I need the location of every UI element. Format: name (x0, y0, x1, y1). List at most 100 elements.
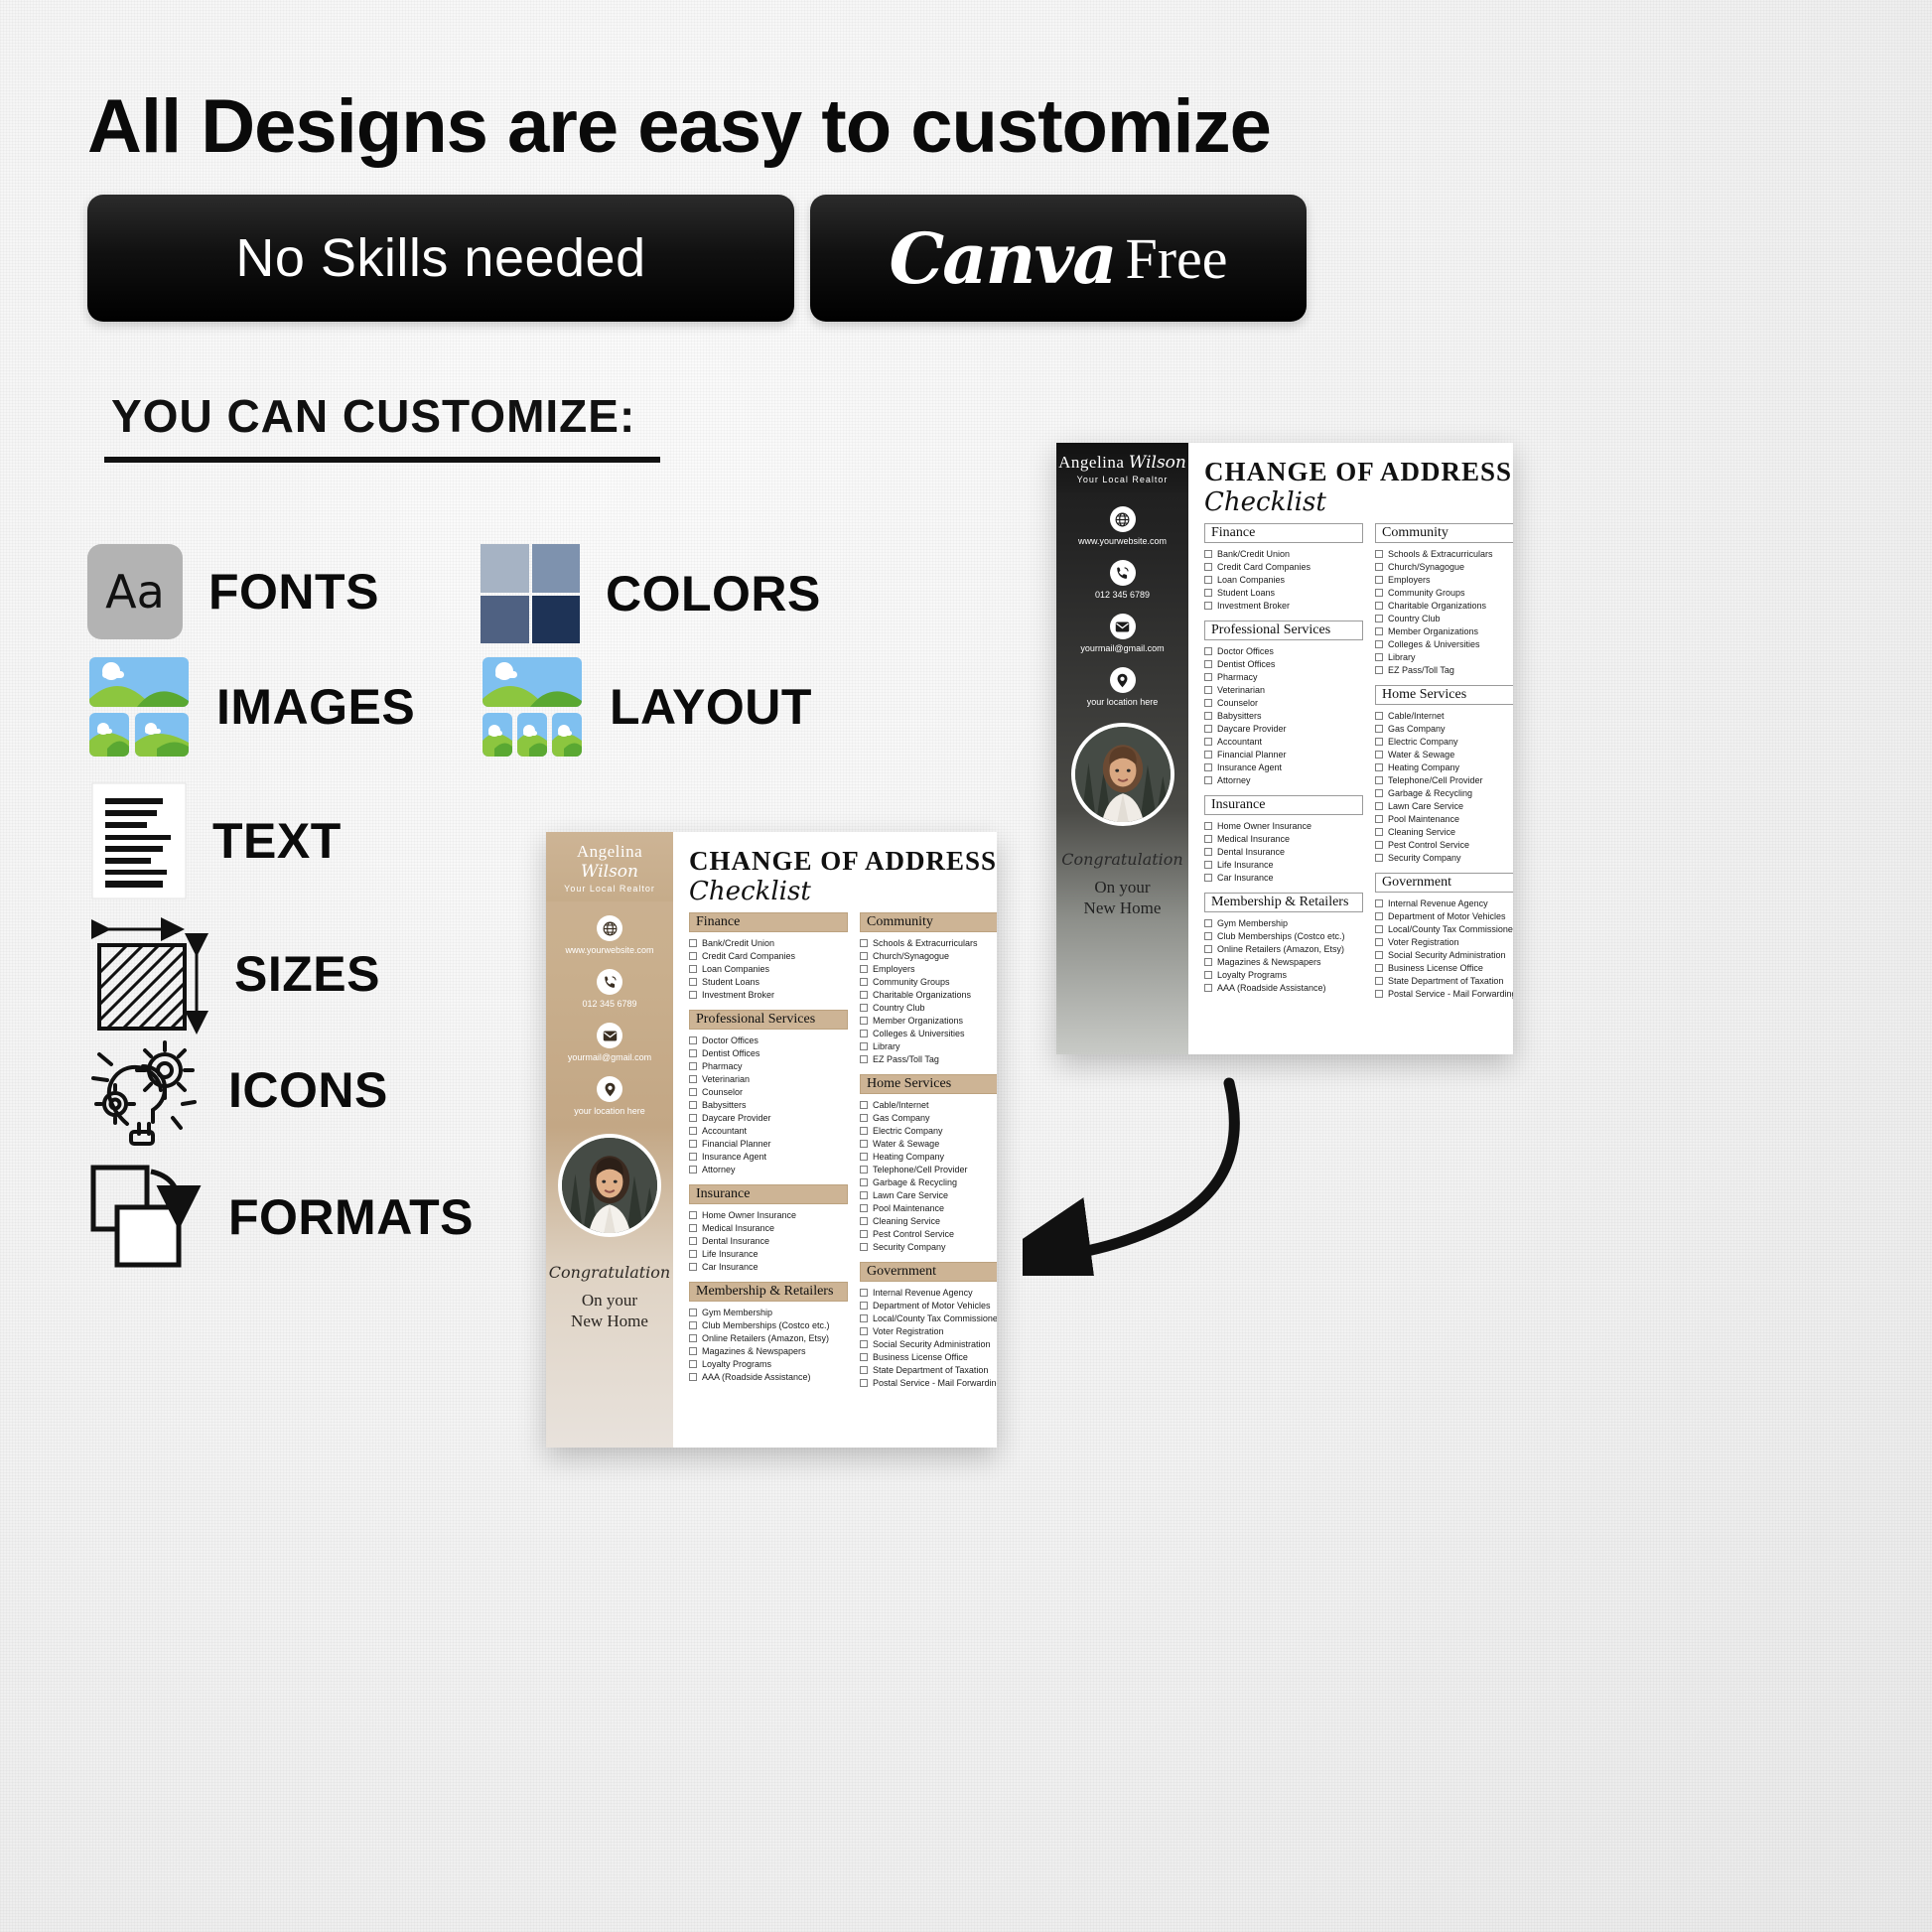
checklist-item[interactable]: Veterinarian (1204, 683, 1363, 696)
checklist-item[interactable]: Daycare Provider (1204, 722, 1363, 735)
checkbox-icon[interactable] (860, 1242, 868, 1251)
checklist-item[interactable]: Home Owner Insurance (1204, 819, 1363, 832)
checklist-item[interactable]: Gym Membership (1204, 916, 1363, 929)
checkbox-icon[interactable] (1375, 562, 1383, 571)
checkbox-icon[interactable] (860, 1365, 868, 1374)
checkbox-icon[interactable] (860, 938, 868, 947)
checkbox-icon[interactable] (689, 1262, 697, 1271)
checkbox-icon[interactable] (689, 1236, 697, 1245)
checklist-item[interactable]: Dentist Offices (1204, 657, 1363, 670)
checkbox-icon[interactable] (689, 1100, 697, 1109)
checkbox-icon[interactable] (1375, 711, 1383, 720)
flyer-front-preview[interactable]: Angelina Wilson Your Local Realtor www.y… (546, 832, 997, 1448)
checkbox-icon[interactable] (1204, 970, 1212, 979)
checklist-item[interactable]: Cable/Internet (1375, 709, 1513, 722)
checkbox-icon[interactable] (860, 1378, 868, 1387)
checkbox-icon[interactable] (860, 1216, 868, 1225)
checklist-item[interactable]: Babysitters (689, 1098, 848, 1111)
checkbox-icon[interactable] (1204, 698, 1212, 707)
checkbox-icon[interactable] (1375, 814, 1383, 823)
checklist-item[interactable]: Local/County Tax Commissioner (860, 1311, 997, 1324)
checkbox-icon[interactable] (1204, 931, 1212, 940)
checkbox-icon[interactable] (860, 1029, 868, 1037)
checklist-item[interactable]: Student Loans (1204, 586, 1363, 599)
checkbox-icon[interactable] (1375, 827, 1383, 836)
checkbox-icon[interactable] (1375, 775, 1383, 784)
checkbox-icon[interactable] (860, 1203, 868, 1212)
checkbox-icon[interactable] (1375, 924, 1383, 933)
checkbox-icon[interactable] (1375, 788, 1383, 797)
checklist-item[interactable]: Garbage & Recycling (860, 1175, 997, 1188)
checklist-item[interactable]: Charitable Organizations (1375, 599, 1513, 612)
checklist-item[interactable]: Pool Maintenance (1375, 812, 1513, 825)
checklist-item[interactable]: Club Memberships (Costco etc.) (689, 1318, 848, 1331)
flyer-back-preview[interactable]: Angelina Wilson Your Local Realtor www.y… (1056, 443, 1513, 1054)
checkbox-icon[interactable] (1375, 840, 1383, 849)
checklist-item[interactable]: Colleges & Universities (860, 1027, 997, 1039)
checklist-item[interactable]: Employers (860, 962, 997, 975)
checklist-item[interactable]: Online Retailers (Amazon, Etsy) (1204, 942, 1363, 955)
checklist-item[interactable]: Security Company (860, 1240, 997, 1253)
checkbox-icon[interactable] (689, 1087, 697, 1096)
checklist-item[interactable]: Social Security Administration (1375, 948, 1513, 961)
checklist-item[interactable]: Accountant (1204, 735, 1363, 748)
checkbox-icon[interactable] (1204, 873, 1212, 882)
checkbox-icon[interactable] (1204, 983, 1212, 992)
checklist-item[interactable]: Credit Card Companies (1204, 560, 1363, 573)
checkbox-icon[interactable] (1204, 860, 1212, 869)
checklist-item[interactable]: Water & Sewage (1375, 748, 1513, 760)
checkbox-icon[interactable] (1204, 659, 1212, 668)
checkbox-icon[interactable] (689, 1139, 697, 1148)
checkbox-icon[interactable] (689, 938, 697, 947)
checklist-item[interactable]: Loyalty Programs (1204, 968, 1363, 981)
checklist-item[interactable]: Library (1375, 650, 1513, 663)
checkbox-icon[interactable] (689, 1249, 697, 1258)
checklist-item[interactable]: Church/Synagogue (1375, 560, 1513, 573)
checkbox-icon[interactable] (1375, 801, 1383, 810)
checkbox-icon[interactable] (689, 1346, 697, 1355)
checklist-item[interactable]: Dentist Offices (689, 1046, 848, 1059)
checkbox-icon[interactable] (689, 1152, 697, 1161)
checklist-item[interactable]: Library (860, 1039, 997, 1052)
checklist-item[interactable]: Voter Registration (860, 1324, 997, 1337)
checklist-item[interactable]: Colleges & Universities (1375, 637, 1513, 650)
checkbox-icon[interactable] (1375, 549, 1383, 558)
checkbox-icon[interactable] (1375, 989, 1383, 998)
checkbox-icon[interactable] (1375, 937, 1383, 946)
checklist-item[interactable]: Member Organizations (1375, 624, 1513, 637)
checkbox-icon[interactable] (860, 951, 868, 960)
checkbox-icon[interactable] (689, 990, 697, 999)
checkbox-icon[interactable] (860, 1003, 868, 1012)
checklist-item[interactable]: Credit Card Companies (689, 949, 848, 962)
checkbox-icon[interactable] (860, 1113, 868, 1122)
checklist-item[interactable]: Telephone/Cell Provider (1375, 773, 1513, 786)
checklist-item[interactable]: Internal Revenue Agency (1375, 897, 1513, 909)
checkbox-icon[interactable] (1204, 775, 1212, 784)
checkbox-icon[interactable] (1204, 957, 1212, 966)
checkbox-icon[interactable] (689, 1308, 697, 1316)
checkbox-icon[interactable] (1204, 762, 1212, 771)
checklist-item[interactable]: Heating Company (860, 1150, 997, 1163)
checklist-item[interactable]: Member Organizations (860, 1014, 997, 1027)
checkbox-icon[interactable] (1375, 911, 1383, 920)
checklist-item[interactable]: Bank/Credit Union (689, 936, 848, 949)
checklist-item[interactable]: Gas Company (860, 1111, 997, 1124)
checklist-item[interactable]: Community Groups (1375, 586, 1513, 599)
checklist-item[interactable]: Heating Company (1375, 760, 1513, 773)
checkbox-icon[interactable] (860, 1339, 868, 1348)
checklist-item[interactable]: Attorney (689, 1163, 848, 1175)
checkbox-icon[interactable] (1204, 672, 1212, 681)
checkbox-icon[interactable] (689, 1333, 697, 1342)
checklist-item[interactable]: Daycare Provider (689, 1111, 848, 1124)
checkbox-icon[interactable] (1204, 601, 1212, 610)
checkbox-icon[interactable] (1375, 976, 1383, 985)
checklist-item[interactable]: Investment Broker (1204, 599, 1363, 612)
checkbox-icon[interactable] (1375, 665, 1383, 674)
checklist-item[interactable]: Employers (1375, 573, 1513, 586)
checkbox-icon[interactable] (689, 964, 697, 973)
checkbox-icon[interactable] (689, 951, 697, 960)
checkbox-icon[interactable] (689, 1372, 697, 1381)
checkbox-icon[interactable] (860, 1352, 868, 1361)
checklist-item[interactable]: Security Company (1375, 851, 1513, 864)
checklist-item[interactable]: Pharmacy (689, 1059, 848, 1072)
